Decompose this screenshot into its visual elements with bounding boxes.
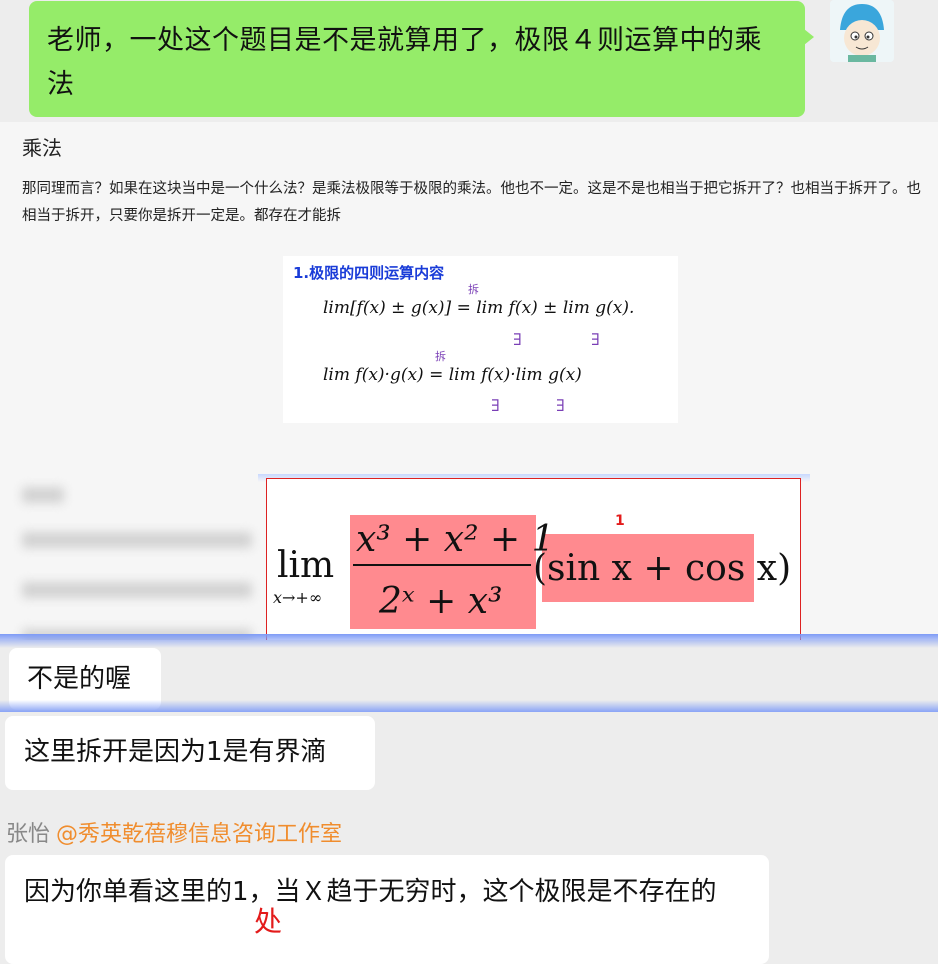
document-screenshot: 乘法 那同理而言？如果在这块当中是一个什么法？是乘法极限等于极限的乘法。他也不一… <box>0 122 938 640</box>
last-message-text: 因为你单看这里的1，当Ｘ趋于无穷时，这个极限是不存在的 <box>24 877 717 907</box>
sine-cosine-factor: (sin x + cos x) = <box>533 548 802 589</box>
reply-text-2: 这里拆开是因为1是有界滴 <box>24 737 327 767</box>
exists-note-3: ∃ <box>491 396 500 415</box>
self-message-text: 老师，一处这个题目是不是就算用了，极限４则运算中的乘法 <box>47 25 762 100</box>
avatar[interactable] <box>830 0 894 62</box>
sender-name: 张怡 <box>6 822 51 847</box>
formula-line-2: lim f(x)·g(x) = lim f(x)·lim g(x) <box>323 365 582 385</box>
handwritten-formulas: lim[f(x) ± g(x)] = lim f(x) ± lim g(x). … <box>323 282 634 415</box>
sender-line: 张怡 @秀英乾蓓穆信息咨询工作室 <box>6 816 342 848</box>
doraemon-avatar-icon <box>830 0 894 62</box>
formula-line-1: lim[f(x) ± g(x)] = lim f(x) ± lim g(x). <box>323 298 634 318</box>
lim-label: lim <box>277 545 334 586</box>
exists-note-4: ∃ <box>556 396 565 415</box>
split-note-1: 拆 <box>468 282 479 296</box>
document-paragraph: 那同理而言？如果在这块当中是一个什么法？是乘法极限等于极限的乘法。他也不一定。这… <box>22 181 921 224</box>
exists-note-2: ∃ <box>591 330 600 349</box>
blurred-content <box>0 477 260 640</box>
message-bubble-last[interactable]: 因为你单看这里的1，当Ｘ趋于无穷时，这个极限是不存在的 <box>5 855 769 964</box>
reply-text-1: 不是的喔 <box>27 664 132 694</box>
denominator: 2ˣ + x³ <box>378 581 502 622</box>
numerator: x³ + x² + 1 <box>356 519 554 560</box>
lim-subscript: x→+∞ <box>273 588 322 607</box>
formula-image: 1.极限的四则运算内容 lim[f(x) ± g(x)] = lim f(x) … <box>283 256 678 423</box>
limit-expression: lim x→+∞ x³ + x² + 1 2ˣ + x³ (sin x + co… <box>273 513 802 622</box>
exists-note-1: ∃ <box>513 330 522 349</box>
document-title: 乘法 <box>22 136 62 160</box>
split-note-2: 拆 <box>435 349 446 363</box>
limit-expression-box: lim x→+∞ x³ + x² + 1 2ˣ + x³ (sin x + co… <box>266 478 802 640</box>
self-message-bubble[interactable]: 老师，一处这个题目是不是就算用了，极限４则运算中的乘法 <box>29 1 814 117</box>
mention-link[interactable]: @秀英乾蓓穆信息咨询工作室 <box>56 822 342 847</box>
marker-one: 1 <box>615 513 625 529</box>
handwritten-annotation: 处 <box>254 905 283 938</box>
reply-bubble-2[interactable]: 这里拆开是因为1是有界滴 <box>5 716 375 790</box>
